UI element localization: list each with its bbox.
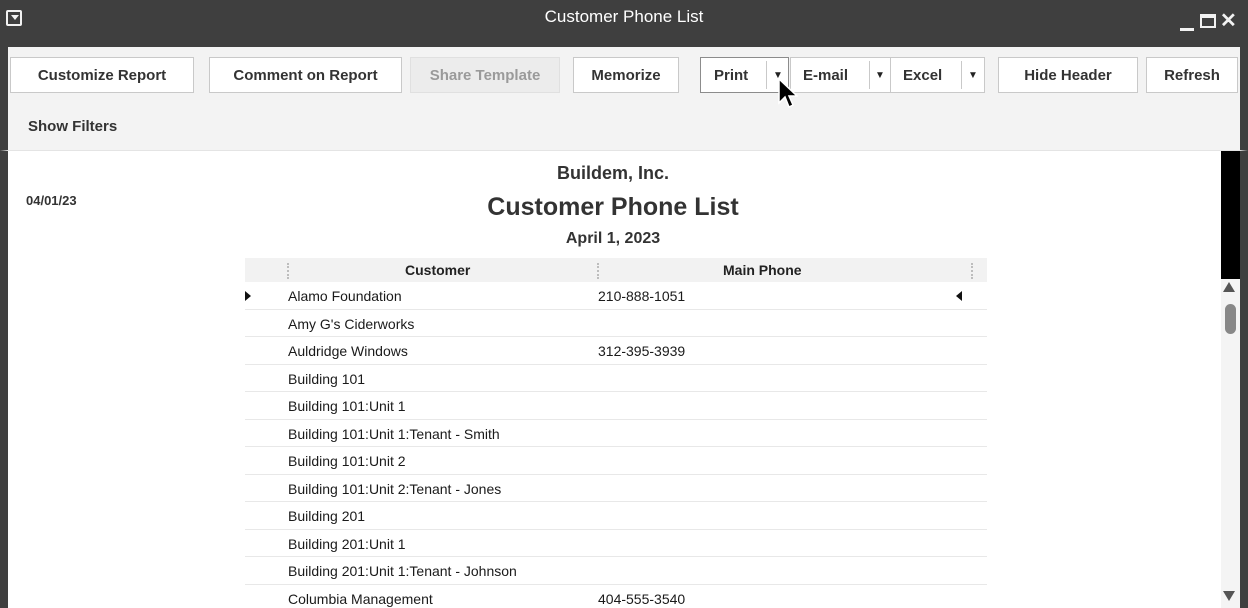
scrollbar-thumb[interactable] (1225, 304, 1236, 334)
customer-cell: Columbia Management (288, 590, 433, 607)
close-icon[interactable]: ✕ (1220, 11, 1237, 31)
table-row[interactable]: Building 101:Unit 2 (245, 447, 987, 475)
table-row[interactable]: Alamo Foundation 210-888-1051 (245, 282, 987, 310)
comment-on-report-button[interactable]: Comment on Report (209, 57, 402, 93)
scroll-down-arrow-icon[interactable] (1223, 591, 1235, 601)
report-title: Customer Phone List (487, 193, 739, 221)
phone-cell: 312-395-3939 (598, 343, 686, 359)
column-resize-handle[interactable] (287, 263, 289, 279)
maximize-icon[interactable] (1200, 14, 1216, 28)
show-filters-link[interactable]: Show Filters (28, 118, 117, 135)
report-as-of-date: April 1, 2023 (565, 230, 661, 247)
window-title: Customer Phone List (544, 7, 704, 26)
excel-split-divider (961, 61, 962, 89)
column-header-customer[interactable]: Customer (405, 262, 470, 278)
column-resize-handle[interactable] (597, 263, 599, 279)
refresh-button[interactable]: Refresh (1146, 57, 1238, 93)
phone-cell: 404-555-3540 (598, 590, 686, 607)
print-label: Print (714, 66, 749, 84)
customer-cell: Alamo Foundation (288, 288, 402, 304)
table-row[interactable]: Building 101:Unit 1:Tenant - Smith (245, 420, 987, 447)
table-row[interactable]: Columbia Management 404-555-3540 (245, 585, 987, 608)
customize-report-button[interactable]: Customize Report (10, 57, 194, 93)
column-header-main-phone[interactable]: Main Phone (723, 262, 802, 278)
company-name: Buildem, Inc. (556, 163, 670, 183)
report-body: 04/01/23 Buildem, Inc. Customer Phone Li… (0, 151, 1248, 608)
customer-cell: Building 101:Unit 2 (288, 453, 406, 469)
table-header: Customer Main Phone (245, 258, 987, 282)
report-toolbar: Customize Report Comment on Report Share… (0, 47, 1248, 101)
hide-header-button[interactable]: Hide Header (998, 57, 1138, 93)
memorize-button[interactable]: Memorize (573, 57, 679, 93)
customer-cell: Building 201 (288, 508, 366, 524)
table-row[interactable]: Building 201:Unit 1:Tenant - Johnson (245, 557, 987, 585)
table-row[interactable]: Auldridge Windows 312-395-3939 (245, 337, 987, 365)
scroll-up-arrow-icon[interactable] (1223, 282, 1235, 292)
customer-cell: Building 201:Unit 1:Tenant - Johnson (288, 563, 517, 579)
customer-cell: Building 101 (288, 370, 366, 387)
row-marker-left-icon (245, 291, 251, 301)
table-row[interactable]: Building 201:Unit 1 (245, 530, 987, 557)
minimize-icon[interactable] (1180, 28, 1194, 31)
filters-bar: Show Filters (0, 101, 1248, 151)
table-row[interactable]: Building 101:Unit 1 (245, 392, 987, 420)
share-template-button[interactable]: Share Template (410, 57, 560, 93)
excel-label: Excel (903, 66, 943, 84)
title-bar: Customer Phone List ✕ (0, 0, 1248, 47)
phone-cell: 210-888-1051 (598, 288, 686, 304)
table-row[interactable]: Amy G's Ciderworks (245, 310, 987, 337)
column-resize-handle[interactable] (971, 263, 973, 279)
mouse-pointer-icon (778, 78, 798, 109)
row-marker-right-icon (956, 291, 962, 301)
scrollbar-top-region (1221, 151, 1240, 279)
excel-dropdown-icon[interactable]: ▼ (963, 57, 983, 93)
customer-cell: Building 101:Unit 2:Tenant - Jones (288, 480, 502, 497)
customer-cell: Building 101:Unit 1 (288, 398, 406, 414)
email-label: E-mail (803, 66, 849, 84)
customer-cell: Building 101:Unit 1:Tenant - Smith (288, 425, 500, 442)
customer-cell: Amy G's Ciderworks (288, 315, 415, 332)
table-row[interactable]: Building 201 (245, 502, 987, 530)
table-row[interactable]: Building 101 (245, 365, 987, 392)
customer-cell: Building 201:Unit 1 (288, 535, 406, 552)
print-split-divider (766, 61, 767, 89)
customer-cell: Auldridge Windows (288, 343, 408, 359)
table-row[interactable]: Building 101:Unit 2:Tenant - Jones (245, 475, 987, 502)
email-dropdown-icon[interactable]: ▼ (870, 57, 890, 93)
table-body: Alamo Foundation 210-888-1051 Amy G's Ci… (245, 282, 987, 608)
